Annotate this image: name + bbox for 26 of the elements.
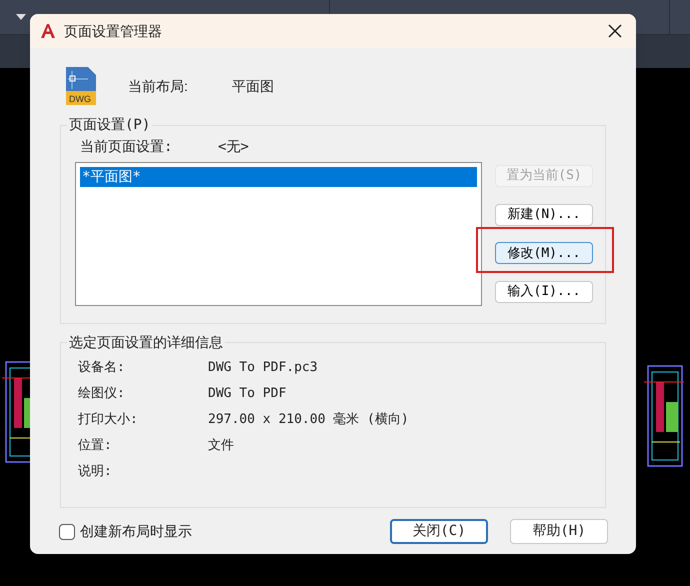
caret-icon[interactable] <box>16 14 26 20</box>
detail-label: 打印大小: <box>78 410 139 429</box>
list-item[interactable]: *平面图* <box>80 167 477 187</box>
dialog-button[interactable]: 关闭(C) <box>390 519 488 544</box>
current-layout-value: 平面图 <box>232 76 274 96</box>
detail-value: 297.00 x 210.00 毫米 (横向) <box>208 410 409 429</box>
dialog-button[interactable]: 新建(N)... <box>495 204 593 226</box>
current-setup-label: 当前页面设置: <box>80 138 174 157</box>
dialog-button[interactable]: 帮助(H) <box>510 519 608 544</box>
detail-value: DWG To PDF <box>208 384 286 403</box>
app-logo-icon <box>40 23 56 39</box>
detail-value: DWG To PDF.pc3 <box>208 358 318 377</box>
current-setup-value: <无> <box>218 138 249 157</box>
close-icon[interactable] <box>608 24 622 38</box>
checkbox[interactable] <box>59 524 75 540</box>
checkbox-label: 创建新布局时显示 <box>80 522 192 541</box>
detail-label: 位置: <box>78 436 113 455</box>
detail-label: 绘图仪: <box>78 384 126 403</box>
detail-label: 设备名: <box>78 358 126 377</box>
window-title: 页面设置管理器 <box>64 22 162 40</box>
dialog-button[interactable]: 修改(M)... <box>495 242 593 264</box>
detail-value: 文件 <box>208 436 234 455</box>
detail-label: 说明: <box>78 462 113 481</box>
dwg-file-icon: DWG <box>66 67 96 105</box>
dialog-button[interactable]: 输入(I)... <box>495 281 593 303</box>
current-layout-label: 当前布局: <box>128 76 189 96</box>
